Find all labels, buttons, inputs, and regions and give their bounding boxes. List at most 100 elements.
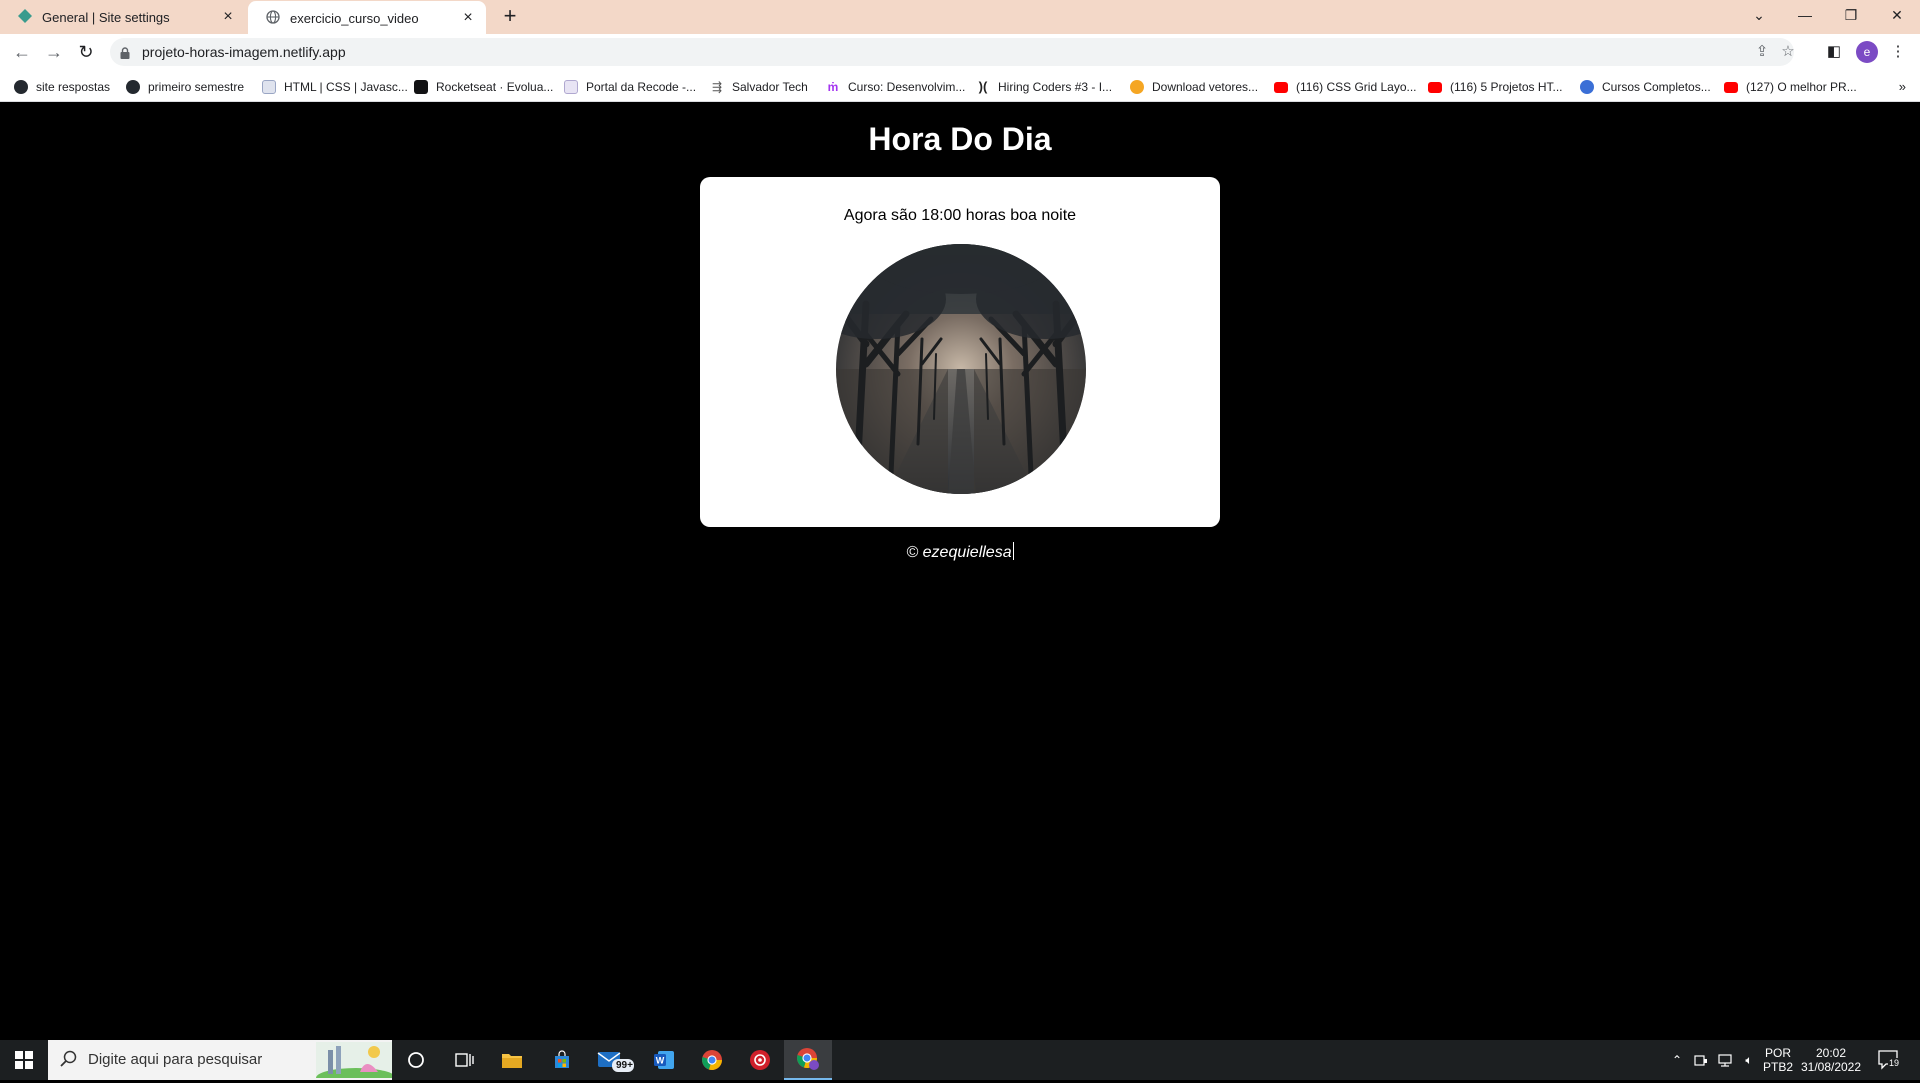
back-arrow-icon[interactable]: ← (10, 40, 34, 64)
volume-icon[interactable]: 🔈︎ (1738, 1040, 1760, 1080)
tab-site-settings[interactable]: General | Site settings × (0, 0, 246, 34)
address-bar[interactable]: projeto-horas-imagem.netlify.app ⇪ ☆ (110, 38, 1795, 66)
bookmark-label: (116) 5 Projetos HT... (1450, 80, 1563, 94)
taskbar-search-box[interactable]: Digite aqui para pesquisar (48, 1040, 396, 1083)
close-tab-icon[interactable]: × (460, 10, 476, 26)
tab-exercicio[interactable]: exercicio_curso_video × (248, 1, 486, 35)
windows-logo-icon (15, 1051, 33, 1069)
close-tab-icon[interactable]: × (220, 9, 236, 25)
bookmark-item[interactable]: primeiro semestre (126, 78, 244, 96)
bookmark-item[interactable]: ṁ Curso: Desenvolvim... (826, 78, 966, 96)
bookmark-item[interactable]: site respostas (14, 78, 110, 96)
time-message: Agora são 18:00 horas boa noite (843, 207, 1077, 224)
youtube-icon (1428, 81, 1442, 93)
settings-favicon-icon (18, 8, 32, 26)
word-icon[interactable]: W (640, 1040, 688, 1080)
bookmark-item[interactable]: )( Hiring Coders #3 - I... (976, 78, 1112, 96)
clock-date: 31/08/2022 (1800, 1060, 1862, 1074)
globe-favicon-icon (266, 9, 280, 27)
language-indicator[interactable]: POR PTB2 (1762, 1046, 1794, 1074)
bookmark-label: site respostas (36, 80, 111, 94)
arrow-icon: ⇶ (711, 80, 723, 94)
minimize-button[interactable]: — (1782, 0, 1828, 30)
tab-title: exercicio_curso_video (290, 10, 419, 26)
side-panel-icon[interactable]: ◧ (1824, 42, 1844, 62)
red-app-icon[interactable] (736, 1040, 784, 1080)
tab-strip: General | Site settings × exercicio_curs… (0, 0, 1920, 35)
github-icon (14, 80, 28, 94)
tab-title: General | Site settings (42, 9, 170, 25)
svg-text:W: W (656, 1056, 665, 1066)
microsoft-store-icon[interactable] (538, 1040, 586, 1080)
bookmark-item[interactable]: (116) 5 Projetos HT... (1428, 78, 1563, 96)
new-tab-button[interactable]: + (498, 5, 522, 29)
restore-button[interactable]: ❐ (1828, 0, 1874, 30)
udemy-icon: ṁ (827, 80, 839, 94)
bookmark-label: HTML | CSS | Javasc... (284, 80, 408, 94)
clock[interactable]: 20:02 31/08/2022 (1800, 1046, 1862, 1074)
mail-icon[interactable]: 99+ (592, 1040, 640, 1080)
reload-icon[interactable]: ↻ (74, 40, 98, 64)
bookmark-item[interactable]: HTML | CSS | Javasc... (262, 78, 408, 96)
chrome-icon[interactable] (688, 1040, 736, 1080)
notifications-icon[interactable]: 19 (1878, 1050, 1901, 1070)
cortana-circle-icon[interactable] (392, 1040, 440, 1080)
browser-toolbar: ← → ↻ projeto-horas-imagem.netlify.app ⇪… (0, 34, 1920, 70)
globe-icon (1580, 80, 1594, 94)
freepik-icon (1130, 80, 1144, 94)
share-icon[interactable]: ⇪ (1752, 42, 1772, 62)
bookmark-item[interactable]: (116) CSS Grid Layo... (1274, 78, 1417, 96)
page-viewport: Hora Do Dia Agora são 18:00 horas boa no… (0, 103, 1920, 1040)
bookmark-label: Portal da Recode -... (586, 80, 697, 94)
keyboard-layout: PTB2 (1762, 1060, 1793, 1074)
bookmark-label: Rocketseat · Evolua... (436, 80, 554, 94)
bookmark-item[interactable]: Cursos Completos... (1580, 78, 1711, 96)
youtube-icon (1724, 81, 1738, 93)
task-view-icon[interactable] (440, 1040, 488, 1080)
bookmark-label: Download vetores... (1152, 80, 1259, 94)
show-hidden-icons-icon[interactable]: ⌃ (1666, 1040, 1688, 1080)
avatar[interactable]: e (1856, 41, 1878, 63)
youtube-icon (1274, 81, 1288, 93)
clock-time: 20:02 (1815, 1046, 1847, 1060)
windows-start-button[interactable] (0, 1040, 48, 1080)
bookmark-star-icon[interactable]: ☆ (1778, 42, 1798, 62)
bookmark-label: Cursos Completos... (1602, 80, 1711, 94)
search-icon (60, 1050, 78, 1068)
close-window-button[interactable]: ✕ (1874, 0, 1920, 30)
tab-search-chevron-icon[interactable]: ⌄ (1736, 0, 1782, 30)
bookmark-label: (127) O melhor PR... (1746, 80, 1857, 94)
mail-badge: 99+ (616, 1060, 633, 1071)
notification-count: 19 (1888, 1058, 1901, 1068)
github-icon (126, 80, 140, 94)
bookmarks-overflow-button[interactable]: » (1899, 79, 1906, 94)
time-card: Agora são 18:00 horas boa noite (700, 177, 1220, 527)
network-icon[interactable] (1714, 1040, 1736, 1080)
url-text[interactable]: projeto-horas-imagem.netlify.app (142, 44, 346, 60)
chrome-profile-icon[interactable] (784, 1040, 832, 1080)
search-highlight-art-icon[interactable] (316, 1042, 396, 1083)
menu-kebab-icon[interactable]: ⋮ (1888, 42, 1908, 62)
page-title: Hora Do Dia (868, 121, 1052, 157)
file-explorer-icon[interactable] (488, 1040, 536, 1080)
bookmark-item[interactable]: Rocketseat · Evolua... (414, 78, 553, 96)
device-icon[interactable] (1690, 1040, 1712, 1080)
page-icon (564, 80, 578, 94)
bookmark-item[interactable]: Portal da Recode -... (564, 78, 696, 96)
bookmarks-bar: site respostas primeiro semestre HTML | … (0, 70, 1920, 102)
bookmark-item[interactable]: Download vetores... (1130, 78, 1258, 96)
forward-arrow-icon[interactable]: → (42, 40, 66, 64)
bookmark-item[interactable]: (127) O melhor PR... (1724, 78, 1857, 96)
bookmark-label: Salvador Tech (732, 80, 808, 94)
taskbar: Digite aqui para pesquisar 99+ W ⌃ 🔈︎ PO… (0, 1040, 1920, 1083)
bookmark-label: (116) CSS Grid Layo... (1296, 80, 1417, 94)
search-placeholder: Digite aqui para pesquisar (88, 1051, 263, 1068)
vtex-icon: )( (978, 79, 988, 94)
bookmark-label: Curso: Desenvolvim... (848, 80, 966, 94)
text-caret (1012, 542, 1014, 560)
bookmark-item[interactable]: ⇶ Salvador Tech (710, 78, 808, 96)
lock-icon[interactable] (120, 46, 130, 59)
bookmark-label: Hiring Coders #3 - I... (998, 80, 1113, 94)
night-road-photo (836, 244, 1086, 494)
bookmark-label: primeiro semestre (148, 80, 245, 94)
